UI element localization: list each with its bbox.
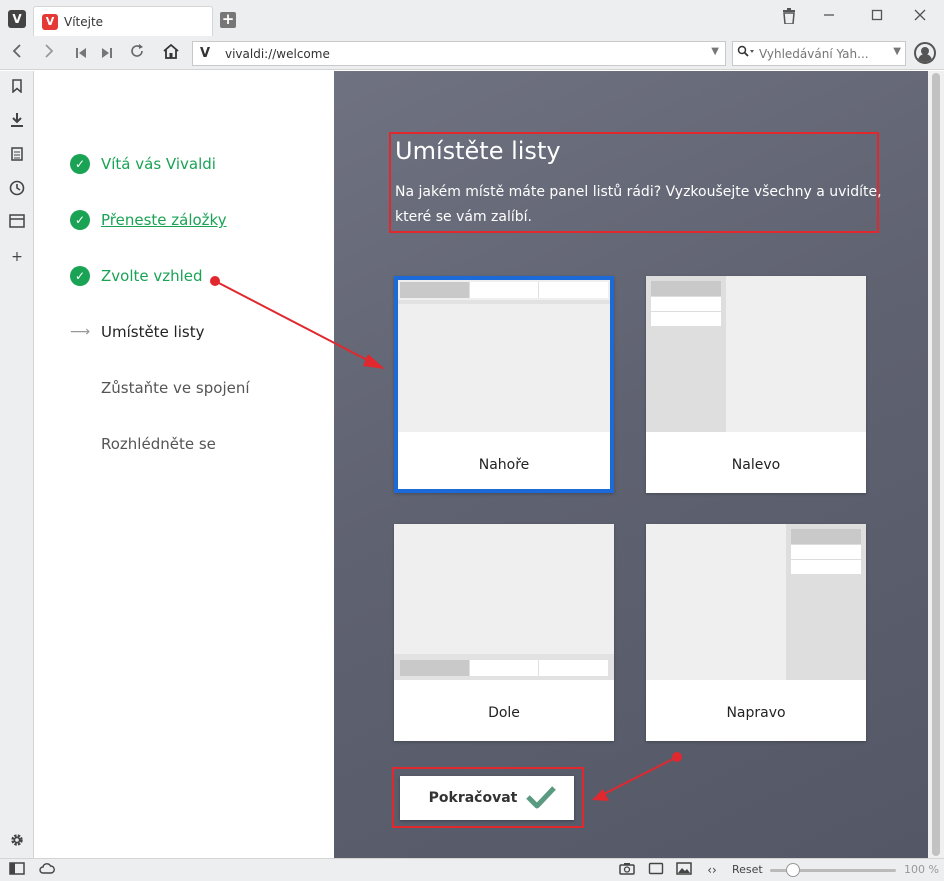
tab-title: Vítejte [64,15,104,29]
scrollbar-thumb[interactable] [932,73,940,856]
option-label: Napravo [726,705,786,721]
check-circle-icon: ✓ [70,154,90,174]
forward-icon[interactable] [38,43,60,65]
vivaldi-favicon-icon: V [42,14,58,30]
toggle-panel-icon[interactable] [9,862,25,878]
check-circle-icon: ✓ [70,266,90,286]
new-tab-plus-icon[interactable]: + [220,12,236,28]
tab-position-option-left[interactable]: Nalevo [646,276,866,493]
notes-icon[interactable] [8,147,26,165]
step-choose-theme[interactable]: ✓ Zvolte vzhled [70,264,203,288]
step-stay-connected[interactable]: Zůstaňte ve spojení [70,376,250,400]
page-actions-code-icon[interactable]: ‹› [704,862,720,878]
welcome-steps: ✓ Vítá vás Vivaldi ✓ Přeneste záložky ✓ … [35,71,334,858]
url-dropdown-icon[interactable]: ▼ [711,46,719,57]
settings-gear-icon[interactable] [8,833,26,851]
tab-position-option-right[interactable]: Napravo [646,524,866,741]
profile-avatar-icon[interactable] [914,42,936,64]
close-icon[interactable] [910,8,930,28]
preview-tab-row [400,282,608,298]
tab-welcome[interactable]: V Vítejte [33,6,213,36]
status-bar: ‹› Reset 100 % [0,858,944,881]
step-tab-position[interactable]: ⟶ Umístěte listy [70,320,204,344]
fast-forward-icon[interactable] [96,43,118,65]
scrollbar[interactable] [928,71,944,858]
history-icon[interactable] [8,180,26,198]
preview-top [398,280,610,432]
tab-position-option-top[interactable]: Nahoře [394,276,614,493]
bookmarks-icon[interactable] [8,79,26,97]
continue-button[interactable]: Pokračovat [400,776,574,820]
panel-bar: + [0,71,34,858]
option-label: Nahoře [478,457,530,473]
images-icon[interactable] [676,862,692,878]
zoom-level: 100 % [904,863,939,876]
search-input[interactable] [759,47,889,61]
continue-label: Pokračovat [428,790,518,806]
zoom-slider[interactable] [770,863,896,877]
right-arrow-icon: ⟶ [70,324,91,340]
step-import-bookmarks[interactable]: ✓ Přeneste záložky [70,208,227,232]
page-title: Umístěte listy [395,137,561,165]
add-panel-plus-icon[interactable]: + [8,248,26,266]
checkmark-icon [525,784,557,813]
preview-tab-column [786,524,866,680]
title-bar: V V Vítejte + [0,0,944,38]
step-look-around[interactable]: Rozhlédněte se [70,432,216,456]
trash-icon[interactable] [779,8,799,28]
back-icon[interactable] [6,43,28,65]
check-circle-icon: ✓ [70,210,90,230]
rewind-icon[interactable] [70,43,92,65]
preview-tab-column [646,276,726,432]
downloads-icon[interactable] [8,112,26,130]
option-label: Nalevo [731,457,781,473]
option-label: Dole [488,705,520,721]
preview-left [646,276,866,432]
vivaldi-page-icon: V [200,46,211,61]
search-field[interactable]: ▼ [732,41,906,66]
maximize-icon[interactable] [867,8,887,28]
address-bar: V vivaldi://welcome ▼ ▼ [0,38,944,70]
capture-camera-icon[interactable] [619,862,635,878]
step-import-bookmarks-link[interactable]: Přeneste záložky [101,211,227,229]
zoom-slider-thumb[interactable] [785,863,800,877]
window-panel-icon[interactable] [8,214,26,232]
reload-icon[interactable] [126,43,148,65]
cloud-sync-icon[interactable] [39,862,55,878]
vivaldi-menu-icon[interactable]: V [8,10,26,28]
preview-bottom [394,524,614,680]
tab-position-option-bottom[interactable]: Dole [394,524,614,741]
step-welcome[interactable]: ✓ Vítá vás Vivaldi [70,152,216,176]
zoom-reset-button[interactable]: Reset [732,863,763,876]
minimize-icon[interactable] [819,8,839,28]
preview-tab-row [400,660,608,676]
search-dropdown-icon[interactable]: ▼ [893,46,901,57]
tiling-icon[interactable] [648,862,664,878]
search-icon [737,45,755,63]
home-icon[interactable] [160,43,182,65]
url-field[interactable]: V vivaldi://welcome ▼ [192,41,726,66]
url-text: vivaldi://welcome [225,47,330,61]
preview-right [646,524,866,680]
page-description: Na jakém místě máte panel listů rádi? Vy… [395,184,882,225]
